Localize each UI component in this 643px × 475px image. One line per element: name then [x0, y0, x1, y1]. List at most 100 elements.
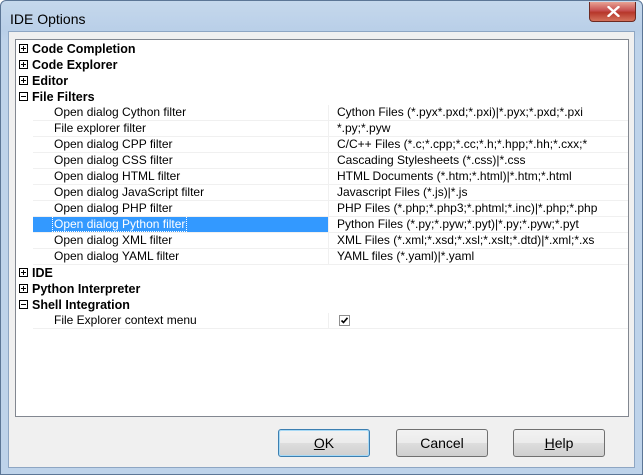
- property-name[interactable]: Open dialog CSS filter: [33, 153, 329, 169]
- category-row[interactable]: File Filters: [16, 89, 628, 105]
- plus-icon[interactable]: [19, 268, 28, 277]
- property-row[interactable]: Open dialog JavaScript filter Javascript …: [16, 185, 628, 201]
- property-row[interactable]: Open dialog HTML filter HTML Documents (*…: [16, 169, 628, 185]
- property-value[interactable]: PHP Files (*.php;*.php3;*.phtml;*.inc)|*…: [329, 201, 628, 217]
- category-label: Shell Integration: [32, 298, 130, 312]
- property-name[interactable]: File explorer filter: [33, 121, 329, 137]
- row-gutter: [16, 105, 33, 121]
- cancel-label: Cancel: [420, 435, 464, 451]
- category-label: Editor: [32, 74, 69, 88]
- category-label: File Filters: [32, 90, 95, 104]
- dialog-client-area: Code Completion Code Explorer Editor File F…: [8, 31, 635, 468]
- category-label: Code Completion: [32, 42, 136, 56]
- property-name-text: Open dialog Cython filter: [54, 105, 187, 119]
- ok-label: K: [324, 435, 335, 451]
- row-gutter: [16, 137, 33, 153]
- property-grid[interactable]: Code Completion Code Explorer Editor File F…: [15, 39, 629, 417]
- category-row[interactable]: Python Interpreter: [16, 281, 628, 297]
- property-row[interactable]: Open dialog CPP filter C/C++ Files (*.c;*…: [16, 137, 628, 153]
- property-value-text: Cython Files (*.pyx*.pxd;*.pxi)|*.pyx;*.…: [337, 105, 583, 119]
- category-row[interactable]: Editor: [16, 73, 628, 89]
- property-name[interactable]: Open dialog XML filter: [33, 233, 329, 249]
- property-value[interactable]: YAML files (*.yaml)|*.yaml: [329, 249, 628, 265]
- category-row[interactable]: IDE: [16, 265, 628, 281]
- minus-icon[interactable]: [19, 92, 28, 101]
- property-name-text: Open dialog Python filter: [52, 217, 188, 232]
- property-name-text: Open dialog HTML filter: [54, 169, 181, 183]
- property-value[interactable]: *.py;*.pyw: [329, 121, 628, 137]
- property-value[interactable]: Cython Files (*.pyx*.pxd;*.pxi)|*.pyx;*.…: [329, 105, 628, 121]
- property-name-text: Open dialog XML filter: [54, 233, 173, 247]
- property-name[interactable]: Open dialog YAML filter: [33, 249, 329, 265]
- minus-icon[interactable]: [19, 300, 28, 309]
- property-value-text: *.py;*.pyw: [337, 121, 391, 135]
- plus-icon[interactable]: [19, 76, 28, 85]
- property-row[interactable]: Open dialog YAML filter YAML files (*.yam…: [16, 249, 628, 265]
- category-label: IDE: [32, 266, 53, 280]
- category-row[interactable]: Shell Integration: [16, 297, 628, 313]
- property-row[interactable]: Open dialog Cython filter Cython Files (*…: [16, 105, 628, 121]
- property-name-text: Open dialog JavaScript filter: [54, 185, 205, 199]
- row-gutter: [16, 217, 33, 233]
- close-button[interactable]: [589, 2, 636, 22]
- property-row[interactable]: Open dialog PHP filter PHP Files (*.php;*…: [16, 201, 628, 217]
- help-accelerator: H: [544, 435, 555, 451]
- property-value-text: Cascading Stylesheets (*.css)|*.css: [337, 153, 526, 167]
- plus-icon[interactable]: [19, 44, 28, 53]
- row-gutter: [16, 249, 33, 265]
- property-row[interactable]: File Explorer context menu: [16, 313, 628, 329]
- plus-icon[interactable]: [19, 284, 28, 293]
- row-gutter: [16, 185, 33, 201]
- help-button[interactable]: Help: [513, 429, 605, 457]
- property-value-text: HTML Documents (*.htm;*.html)|*.htm;*.ht…: [337, 169, 572, 183]
- property-name-text: File Explorer context menu: [54, 313, 197, 327]
- category-row[interactable]: Code Completion: [16, 41, 628, 57]
- close-icon: [607, 6, 620, 17]
- row-gutter: [16, 169, 33, 185]
- category-label: Python Interpreter: [32, 282, 141, 296]
- property-name[interactable]: Open dialog Cython filter: [33, 105, 329, 121]
- property-name-text: Open dialog CSS filter: [54, 153, 173, 167]
- row-gutter: [16, 233, 33, 249]
- property-value-text: YAML files (*.yaml)|*.yaml: [337, 249, 475, 263]
- property-value-text: Python Files (*.py;*.pyw;*.pyt)|*.py;*.p…: [337, 217, 579, 231]
- property-name[interactable]: Open dialog CPP filter: [33, 137, 329, 153]
- property-row[interactable]: Open dialog Python filter Python Files (*…: [16, 217, 628, 233]
- property-value-text: Javascript Files (*.js)|*.js: [337, 185, 468, 199]
- property-name-text: Open dialog YAML filter: [54, 249, 180, 263]
- property-value[interactable]: XML Files (*.xml;*.xsd;*.xsl;*.xslt;*.dt…: [329, 233, 628, 249]
- row-gutter: [16, 121, 33, 137]
- property-name-text: File explorer filter: [54, 121, 147, 135]
- context-menu-checkbox[interactable]: [339, 315, 350, 326]
- cancel-button[interactable]: Cancel: [396, 429, 488, 457]
- property-row[interactable]: Open dialog XML filter XML Files (*.xml;*…: [16, 233, 628, 249]
- category-row[interactable]: Code Explorer: [16, 57, 628, 73]
- property-name[interactable]: Open dialog HTML filter: [33, 169, 329, 185]
- property-value[interactable]: C/C++ Files (*.c;*.cpp;*.cc;*.h;*.hpp;*.…: [329, 137, 628, 153]
- property-value-text: C/C++ Files (*.c;*.cpp;*.cc;*.h;*.hpp;*.…: [337, 137, 588, 151]
- property-row[interactable]: File explorer filter *.py;*.pyw: [16, 121, 628, 137]
- property-row[interactable]: Open dialog CSS filter Cascading Styleshe…: [16, 153, 628, 169]
- property-value[interactable]: HTML Documents (*.htm;*.html)|*.htm;*.ht…: [329, 169, 628, 185]
- ide-options-window: IDE Options Code Completion Code Explorer…: [0, 0, 643, 475]
- property-value[interactable]: Javascript Files (*.js)|*.js: [329, 185, 628, 201]
- property-name[interactable]: File Explorer context menu: [33, 313, 329, 329]
- property-value[interactable]: Cascading Stylesheets (*.css)|*.css: [329, 153, 628, 169]
- property-value[interactable]: [329, 313, 628, 329]
- row-gutter: [16, 313, 33, 329]
- ok-accelerator: O: [313, 435, 325, 451]
- window-title: IDE Options: [10, 11, 86, 27]
- property-name[interactable]: Open dialog PHP filter: [33, 201, 329, 217]
- checkmark-icon: [340, 317, 349, 324]
- property-name-text: Open dialog CPP filter: [54, 137, 173, 151]
- property-name-text: Open dialog PHP filter: [54, 201, 173, 215]
- property-value-text: XML Files (*.xml;*.xsd;*.xsl;*.xslt;*.dt…: [337, 233, 595, 247]
- ok-button[interactable]: OK: [278, 429, 370, 457]
- row-gutter: [16, 201, 33, 217]
- property-name[interactable]: Open dialog JavaScript filter: [33, 185, 329, 201]
- property-name[interactable]: Open dialog Python filter: [33, 217, 329, 233]
- plus-icon[interactable]: [19, 60, 28, 69]
- category-label: Code Explorer: [32, 58, 118, 72]
- help-label: elp: [554, 435, 574, 451]
- property-value[interactable]: Python Files (*.py;*.pyw;*.pyt)|*.py;*.p…: [329, 217, 628, 233]
